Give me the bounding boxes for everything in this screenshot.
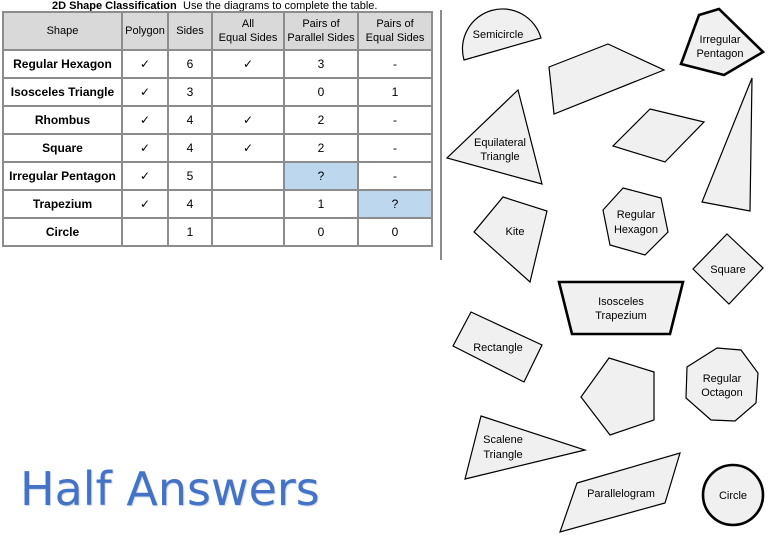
half-answers-watermark: Half Answers	[20, 462, 320, 516]
regular-octagon-label-1: Regular	[703, 373, 742, 385]
irregular-pentagon-label-1: Irregular	[700, 34, 741, 46]
circle-label: Circle	[719, 490, 747, 502]
irregular-pentagon-label-2: Pentagon	[696, 48, 743, 60]
kite-diagram: Kite	[473, 196, 548, 284]
regular-hexagon-label-2: Hexagon	[614, 224, 658, 236]
circle-diagram: Circle	[701, 463, 765, 527]
rhombus-shape	[611, 108, 706, 163]
regular-octagon-label-2: Octagon	[701, 387, 743, 399]
isosceles-trapezium-label-2: Trapezium	[595, 310, 647, 322]
semicircle-label: Semicircle	[473, 29, 524, 41]
regular-octagon-diagram: Regular Octagon	[685, 347, 759, 422]
square-label: Square	[710, 264, 745, 276]
regular-hexagon-label-1: Regular	[617, 209, 656, 221]
square-diagram: Square	[692, 233, 764, 305]
equilateral-triangle-diagram: Equilateral Triangle	[445, 88, 543, 185]
rectangle-diagram: Rectangle	[452, 311, 543, 383]
isosceles-trapezium-shape	[557, 280, 685, 336]
scalene-triangle-shape	[464, 415, 588, 480]
parallelogram-diagram: Parallelogram	[559, 452, 681, 533]
kite-label: Kite	[506, 226, 525, 238]
scalene-triangle-label-2: Triangle	[483, 449, 522, 461]
kite-shape	[473, 196, 548, 284]
rectangle-label: Rectangle	[473, 342, 523, 354]
equilateral-triangle-label-1: Equilateral	[474, 137, 526, 149]
isosceles-trapezium-label-1: Isosceles	[598, 296, 644, 308]
equilateral-triangle-label-2: Triangle	[480, 151, 519, 163]
isosceles-trapezium-diagram: Isosceles Trapezium	[557, 280, 685, 336]
regular-pentagon-shape	[580, 357, 655, 436]
regular-hexagon-shape	[602, 187, 669, 256]
regular-hexagon-diagram: Regular Hexagon	[602, 187, 669, 256]
semicircle-diagram: Semicircle	[461, 8, 542, 61]
scalene-triangle-diagram: Scalene Triangle	[464, 415, 588, 480]
quadrilateral-shape	[548, 43, 666, 115]
right-triangle-shape	[701, 77, 753, 212]
shape-diagrams: Semicircle Irregular Pentagon Equilatera…	[445, 7, 766, 533]
parallelogram-label: Parallelogram	[587, 488, 655, 500]
irregular-pentagon-diagram: Irregular Pentagon	[679, 7, 766, 77]
scalene-triangle-label-1: Scalene	[483, 434, 523, 446]
